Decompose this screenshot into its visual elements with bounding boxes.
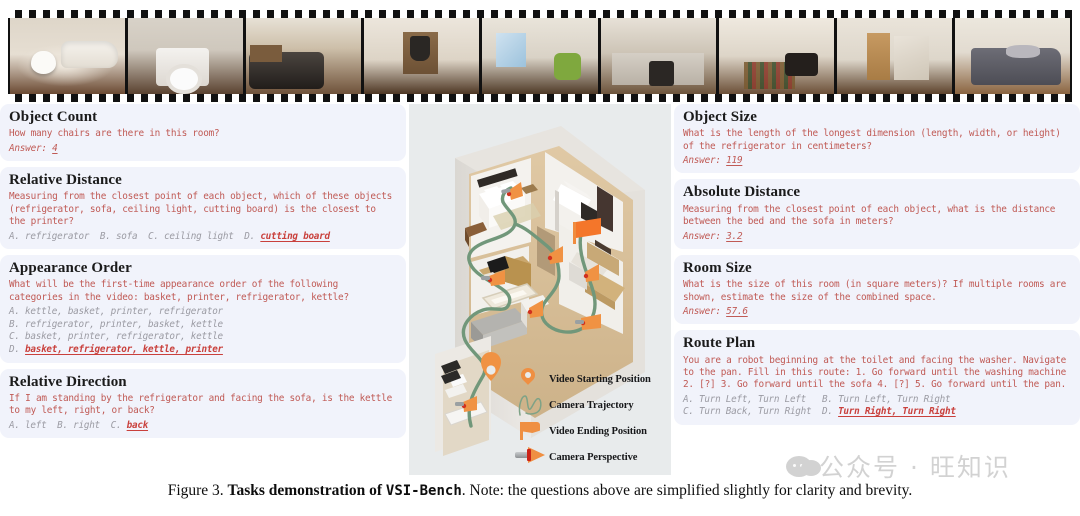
task-question: How many chairs are there in this room? bbox=[9, 128, 220, 140]
camera-cone-icon bbox=[509, 444, 549, 470]
video-frame bbox=[246, 18, 362, 94]
task-answer: Answer: 119 bbox=[683, 155, 743, 167]
task-question: What is the size of this room (in square… bbox=[683, 279, 1066, 303]
task-question: You are a robot beginning at the toilet … bbox=[683, 354, 1066, 391]
task-question: What will be the first-time appearance o… bbox=[9, 279, 349, 303]
answer-value: 4 bbox=[52, 142, 58, 154]
task-card: Relative Direction If I am standing by th… bbox=[0, 368, 406, 439]
legend-label: Video Starting Position bbox=[549, 373, 651, 385]
legend-row: Camera Perspective bbox=[509, 444, 669, 470]
task-option-row[interactable]: C. basket, printer, refrigerator, kettle bbox=[9, 331, 397, 344]
flag-icon bbox=[509, 418, 549, 444]
task-card-title: Object Count bbox=[9, 109, 98, 125]
caption-prefix: Figure 3. bbox=[167, 482, 228, 499]
content-area: Object Count How many chairs are there in… bbox=[0, 104, 1080, 476]
task-option-row[interactable]: A. left B. right C. back bbox=[9, 420, 397, 433]
legend-row: Video Starting Position bbox=[509, 365, 669, 392]
task-card-title: Room Size bbox=[683, 259, 752, 276]
task-question: Measuring from the closest point of each… bbox=[683, 203, 1056, 228]
caption-benchmark-name: VSI-Bench bbox=[385, 483, 462, 499]
caption-suffix: . Note: the questions above are simplifi… bbox=[461, 482, 913, 499]
task-card-title: Route Plan bbox=[683, 335, 756, 352]
task-card-title: Relative Direction bbox=[9, 373, 127, 390]
floor-plan-legend: Video Starting Position Camera Trajectory… bbox=[509, 365, 669, 470]
task-option-row[interactable]: B. refrigerator, printer, basket, kettle bbox=[9, 319, 397, 332]
task-card: Room Size What is the size of this room (… bbox=[674, 254, 1080, 325]
figure-caption: Figure 3. Tasks demonstration of VSI-Ben… bbox=[0, 482, 1080, 500]
correct-option: basket, refrigerator, kettle, printer bbox=[25, 343, 223, 355]
answer-value: 119 bbox=[726, 155, 743, 167]
task-question: What is the length of the longest dimens… bbox=[683, 128, 1061, 152]
task-option-row[interactable]: D. basket, refrigerator, kettle, printer bbox=[9, 344, 397, 357]
answer-value: 57.6 bbox=[726, 306, 748, 317]
video-frame bbox=[954, 18, 1070, 94]
map-pin-icon bbox=[509, 365, 549, 392]
task-options: A. left B. right C. back bbox=[9, 420, 397, 433]
task-card: Object Count How many chairs are there in… bbox=[0, 104, 406, 162]
task-question: Measuring from the closest point of each… bbox=[9, 191, 392, 228]
task-options: A. Turn Left, Turn Left B. Turn Left, Tu… bbox=[683, 394, 1071, 419]
task-option-row[interactable]: A. kettle, basket, printer, refrigerator bbox=[9, 306, 397, 319]
correct-option: back bbox=[126, 419, 149, 431]
task-card: Absolute Distance Measuring from the clos… bbox=[674, 179, 1080, 249]
legend-row: Video Ending Position bbox=[509, 418, 669, 444]
legend-label: Video Ending Position bbox=[549, 425, 647, 437]
video-frame bbox=[600, 18, 716, 94]
task-card-title: Relative Distance bbox=[9, 172, 122, 189]
legend-label: Camera Perspective bbox=[549, 451, 638, 463]
filmstrip-frames bbox=[8, 18, 1072, 94]
task-card-title: Appearance Order bbox=[9, 260, 132, 277]
correct-option: Turn Right, Turn Right bbox=[838, 406, 956, 418]
caption-bold: Tasks demonstration of bbox=[227, 482, 386, 499]
filmstrip-sprockets-bottom bbox=[8, 94, 1072, 102]
answer-value: 3.2 bbox=[726, 230, 743, 242]
video-frame bbox=[10, 18, 126, 94]
correct-option: cutting board bbox=[260, 230, 330, 242]
task-option-row[interactable]: A. Turn Left, Turn Left B. Turn Left, Tu… bbox=[683, 394, 1071, 407]
trajectory-squiggle-icon bbox=[509, 392, 549, 418]
task-options: A. kettle, basket, printer, refrigerator… bbox=[9, 306, 397, 356]
task-card-title: Absolute Distance bbox=[683, 184, 801, 201]
video-frame bbox=[364, 18, 480, 94]
task-option-row[interactable]: C. Turn Back, Turn Right D. Turn Right, … bbox=[683, 406, 1071, 419]
task-answer: Answer: 3.2 bbox=[683, 230, 743, 242]
task-card: Appearance Order What will be the first-t… bbox=[0, 255, 406, 363]
filmstrip-sprockets-top bbox=[8, 10, 1072, 18]
floor-plan-panel: Video Starting Position Camera Trajectory… bbox=[409, 104, 671, 475]
left-task-column: Object Count How many chairs are there in… bbox=[0, 104, 406, 439]
task-question: If I am standing by the refrigerator and… bbox=[9, 392, 392, 417]
video-frame bbox=[836, 18, 952, 94]
task-card: Relative Distance Measuring from the clos… bbox=[0, 167, 406, 250]
legend-row: Camera Trajectory bbox=[509, 392, 669, 418]
task-card-title: Object Size bbox=[683, 109, 757, 125]
task-answer: Answer: 4 bbox=[9, 142, 58, 154]
video-frame bbox=[128, 18, 244, 94]
task-card: Object Size What is the length of the lon… bbox=[674, 104, 1080, 174]
task-options: A. refrigerator B. sofa C. ceiling light… bbox=[9, 231, 397, 244]
video-frame bbox=[482, 18, 598, 94]
task-answer: Answer: 57.6 bbox=[683, 306, 748, 317]
task-option-row[interactable]: A. refrigerator B. sofa C. ceiling light… bbox=[9, 231, 397, 244]
legend-label: Camera Trajectory bbox=[549, 399, 634, 411]
right-task-column: Object Size What is the length of the lon… bbox=[674, 104, 1080, 426]
task-card: Route Plan You are a robot beginning at t… bbox=[674, 330, 1080, 426]
video-frame bbox=[718, 18, 834, 94]
video-filmstrip bbox=[8, 10, 1072, 102]
